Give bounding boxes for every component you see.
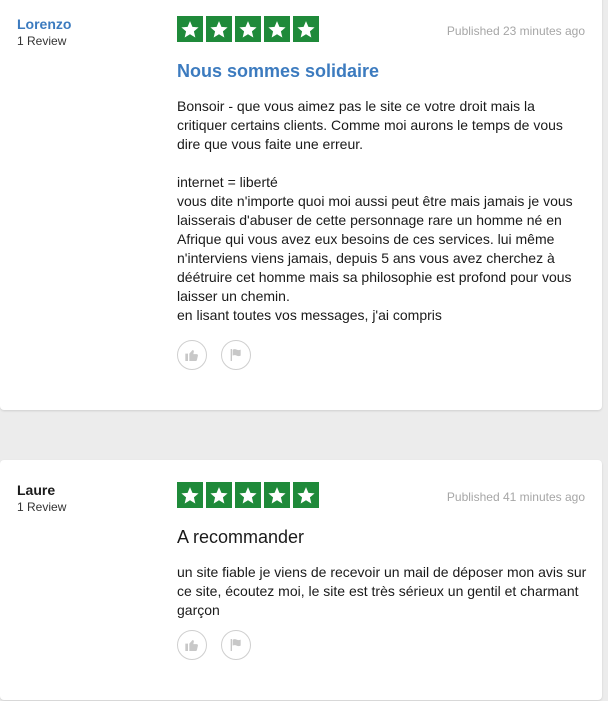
review-paragraph: Bonsoir - que vous aimez pas le site ce … bbox=[177, 98, 563, 152]
review-body: un site fiable je viens de recevoir un m… bbox=[177, 563, 587, 620]
published-time: Published 41 minutes ago bbox=[446, 490, 585, 504]
review-paragraph: internet = liberté bbox=[177, 174, 278, 190]
star-icon bbox=[206, 482, 232, 508]
star-icon bbox=[293, 482, 319, 508]
star-icon bbox=[177, 16, 203, 42]
star-icon bbox=[293, 16, 319, 42]
review-paragraph: vous dite n'importe quoi moi aussi peut … bbox=[177, 193, 573, 304]
review-body: Bonsoir - que vous aimez pas le site ce … bbox=[177, 97, 587, 325]
star-icon bbox=[177, 482, 203, 508]
review-paragraph: un site fiable je viens de recevoir un m… bbox=[177, 564, 587, 618]
reviewer-name-link[interactable]: Laure bbox=[17, 482, 167, 499]
reviewer-info: Laure 1 Review bbox=[17, 482, 167, 515]
review-paragraph: en lisant toutes vos messages, j'ai comp… bbox=[177, 307, 442, 323]
star-icon bbox=[264, 16, 290, 42]
star-icon bbox=[264, 482, 290, 508]
flag-icon bbox=[230, 349, 241, 361]
flag-button[interactable] bbox=[221, 340, 251, 370]
reviewer-review-count: 1 Review bbox=[17, 34, 67, 48]
thumbs-up-icon bbox=[185, 350, 198, 361]
review-card: Lorenzo 1 Review Published 23 minutes ag… bbox=[0, 0, 602, 410]
review-title-link[interactable]: Nous sommes solidaire bbox=[177, 60, 379, 82]
star-icon bbox=[206, 16, 232, 42]
star-rating bbox=[177, 482, 319, 508]
like-button[interactable] bbox=[177, 630, 207, 660]
thumbs-up-icon bbox=[185, 640, 198, 651]
review-feed: Lorenzo 1 Review Published 23 minutes ag… bbox=[0, 0, 608, 701]
review-title-link[interactable]: A recommander bbox=[177, 526, 304, 548]
flag-button[interactable] bbox=[221, 630, 251, 660]
like-button[interactable] bbox=[177, 340, 207, 370]
review-card: Laure 1 Review Published 41 minutes ago … bbox=[0, 460, 602, 700]
review-actions bbox=[177, 340, 251, 370]
star-icon bbox=[235, 482, 261, 508]
published-time: Published 23 minutes ago bbox=[446, 24, 585, 38]
reviewer-name-link[interactable]: Lorenzo bbox=[17, 16, 167, 33]
star-rating bbox=[177, 16, 319, 42]
reviewer-review-count: 1 Review bbox=[17, 500, 67, 514]
review-actions bbox=[177, 630, 251, 660]
flag-icon bbox=[230, 639, 241, 651]
star-icon bbox=[235, 16, 261, 42]
reviewer-info: Lorenzo 1 Review bbox=[17, 16, 167, 49]
